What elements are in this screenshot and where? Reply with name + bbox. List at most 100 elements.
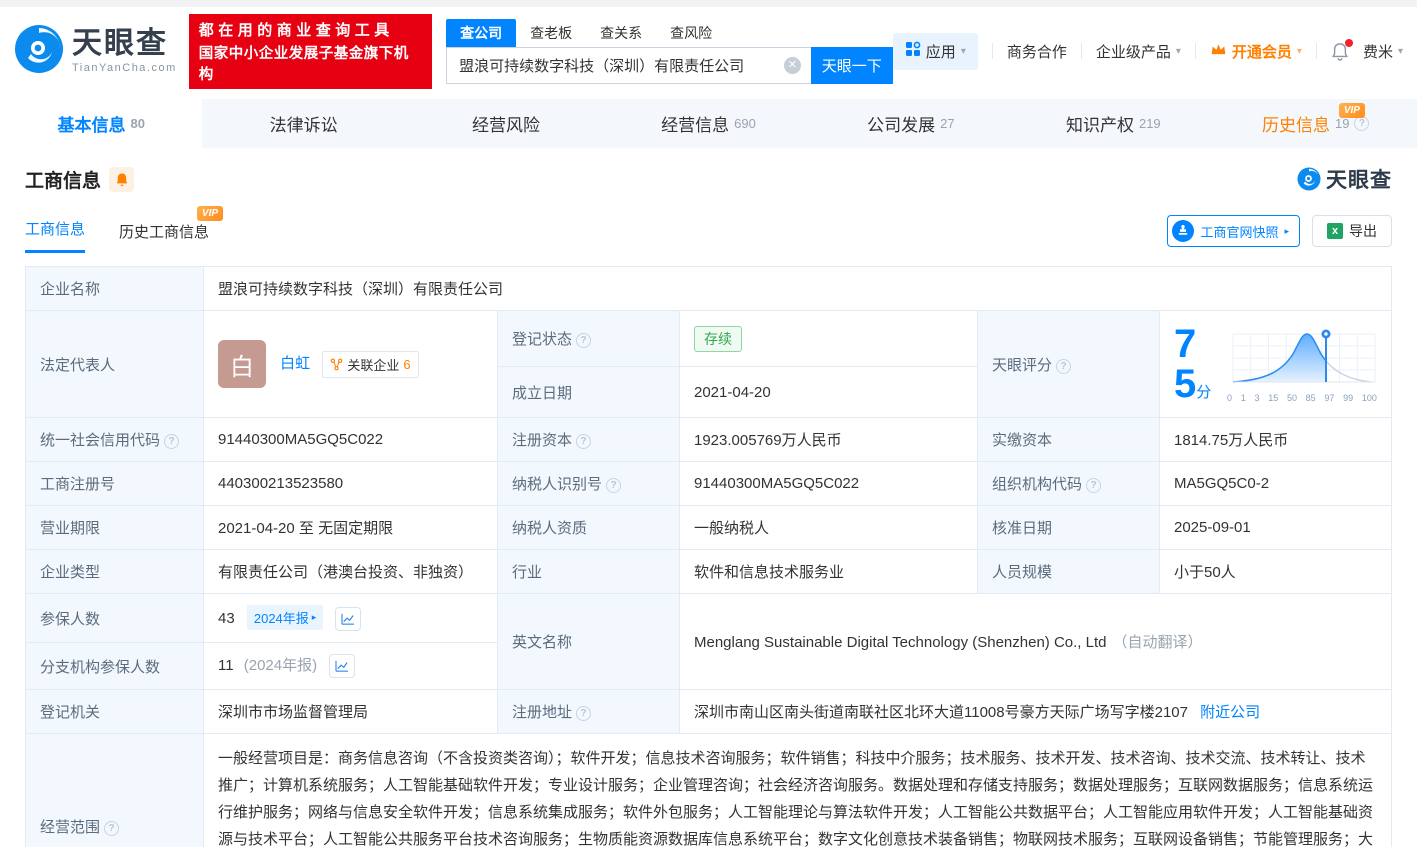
search-input[interactable]: [446, 46, 811, 84]
tab-intellectual-property[interactable]: 知识产权 219: [1012, 99, 1214, 148]
search-tab-boss[interactable]: 查老板: [516, 19, 586, 47]
crown-icon: [1210, 42, 1227, 60]
subtab-history-business-info[interactable]: VIP 历史工商信息: [119, 206, 224, 253]
slogan-banner: 都在用的商业查询工具 国家中小企业发展子基金旗下机构: [188, 13, 433, 89]
business-term-label: 营业期限: [25, 505, 204, 550]
tab-history-info[interactable]: VIP 历史信息 19 ?: [1215, 99, 1417, 148]
excel-icon: x: [1327, 223, 1343, 239]
tab-legal[interactable]: 法律诉讼: [202, 99, 404, 148]
header-nav: 应用 ▾ 商务合作 企业级产品 ▾ 开通会员 ▾ 费米 ▾: [892, 32, 1403, 70]
approval-date-label: 核准日期: [977, 505, 1160, 550]
table-row: 经营范围? 一般经营项目是：商务信息咨询（不含投资类咨询）；软件开发；信息技术咨…: [25, 733, 1392, 847]
legal-rep-label: 法定代表人: [25, 310, 204, 418]
divider: [1194, 43, 1196, 59]
address-value: 深圳市南山区南头街道南联社区北环大道11008号豪方天际广场写字楼2107 附近…: [679, 689, 1392, 735]
tab-company-development[interactable]: 公司发展 27: [810, 99, 1012, 148]
chevron-down-icon: ▾: [1296, 45, 1302, 57]
establish-date-label: 成立日期: [497, 366, 680, 418]
uscc-label: 统一社会信用代码?: [25, 417, 204, 462]
trend-chart-icon[interactable]: [329, 654, 356, 679]
vip-badge: VIP: [196, 206, 224, 221]
subtab-business-info[interactable]: 工商信息: [25, 218, 86, 253]
nearby-companies-link[interactable]: 附近公司: [1200, 704, 1260, 721]
search-tab-company[interactable]: 查公司: [446, 18, 517, 47]
taxpayer-quality-value: 一般纳税人: [679, 505, 978, 550]
tianyancha-logo[interactable]: 天眼查 TianYanCha.com: [14, 24, 177, 79]
search-button[interactable]: 天眼一下: [810, 46, 893, 84]
related-companies-badge[interactable]: 关联企业 6: [322, 350, 419, 378]
score-label: 天眼评分?: [977, 310, 1160, 418]
english-name-label: 英文名称: [497, 592, 680, 691]
tab-operation-info[interactable]: 经营信息 690: [607, 99, 809, 148]
reg-status-value: 存续: [679, 309, 978, 368]
help-icon[interactable]: ?: [1086, 478, 1102, 493]
uscc-value: 91440300MA5GQ5C022: [203, 417, 498, 462]
insured-label: 参保人数: [25, 592, 204, 644]
nav-open-vip[interactable]: 开通会员 ▾: [1210, 41, 1302, 62]
industry-label: 行业: [497, 549, 680, 594]
notification-dot: [1344, 38, 1353, 47]
search-tab-relation[interactable]: 查关系: [586, 19, 656, 47]
nav-user[interactable]: 费米 ▾: [1363, 41, 1403, 62]
stamp-icon: [1172, 220, 1195, 242]
chevron-down-icon: ▾: [960, 45, 966, 57]
apps-grid-icon: [905, 41, 921, 61]
reg-status-label: 登记状态?: [497, 309, 680, 368]
nav-apps[interactable]: 应用 ▾: [892, 32, 978, 70]
taxpayer-quality-label: 纳税人资质: [497, 505, 680, 550]
search-tabs: 查公司 查老板 查关系 查风险: [446, 18, 893, 47]
reg-number-label: 工商注册号: [25, 461, 204, 506]
divider: [1080, 43, 1082, 59]
export-button[interactable]: x 导出: [1312, 215, 1392, 247]
watermark-logo: 天眼查: [1297, 164, 1392, 194]
search-tab-risk[interactable]: 查风险: [656, 19, 726, 47]
legal-rep-name-link[interactable]: 白虹: [280, 355, 310, 372]
paid-capital-value: 1814.75万人民币: [1159, 417, 1392, 462]
score-distribution-chart: 0 1 3 15 50 85 97 99 100: [1227, 326, 1377, 403]
official-snapshot-button[interactable]: 工商官网快照 ▸: [1167, 215, 1300, 247]
avatar: 白: [218, 340, 266, 388]
tab-operation-risk[interactable]: 经营风险: [405, 99, 607, 148]
help-icon[interactable]: ?: [164, 434, 180, 449]
slogan-line1: 都在用的商业查询工具: [198, 21, 394, 39]
table-row: 法定代表人 白 白虹 关联企业 6 登记状态? 存续 天眼评分? 75分 0 1…: [25, 309, 1392, 418]
auto-translate-note: （自动翻译）: [1112, 634, 1203, 652]
nav-enterprise[interactable]: 企业级产品 ▾: [1096, 41, 1181, 62]
authority-label: 登记机关: [25, 689, 204, 735]
score-axis-ticks: 0 1 3 15 50 85 97 99 100: [1227, 392, 1377, 403]
help-icon[interactable]: ?: [576, 333, 592, 349]
authority-value: 深圳市市场监督管理局: [203, 689, 498, 735]
help-icon[interactable]: ?: [1056, 358, 1072, 374]
scope-label: 经营范围?: [25, 733, 204, 847]
annual-report-badge[interactable]: 2024年报 ▸: [246, 605, 324, 630]
business-info-table: 企业名称 盟浪可持续数字科技（深圳）有限责任公司 法定代表人 白 白虹 关联企业…: [25, 266, 1392, 847]
company-type-label: 企业类型: [25, 549, 204, 594]
help-icon[interactable]: ?: [576, 706, 592, 722]
help-icon[interactable]: ?: [1354, 116, 1370, 131]
clear-icon[interactable]: ✕: [783, 56, 801, 74]
vip-badge: VIP: [1338, 103, 1365, 118]
score-value: 75分 0 1 3 15 50 85 97 99 100: [1159, 310, 1392, 418]
status-badge: 存续: [694, 325, 742, 352]
staff-size-label: 人员规模: [977, 549, 1160, 594]
main-tabbar: 基本信息 80 法律诉讼 经营风险 经营信息 690 公司发展 27 知识产权 219 …: [0, 99, 1417, 148]
address-label: 注册地址?: [497, 689, 680, 735]
top-strip: [0, 0, 1417, 7]
search-block: 查公司 查老板 查关系 查风险 ✕ 天眼一下: [446, 18, 893, 84]
slogan-line2: 国家中小企业发展子基金旗下机构: [198, 45, 409, 83]
help-icon[interactable]: ?: [104, 820, 120, 836]
establish-date-value: 2021-04-20: [679, 366, 978, 418]
scope-value: 一般经营项目是：商务信息咨询（不含投资类咨询）；软件开发；信息技术咨询服务；软件…: [203, 733, 1392, 847]
nav-cooperation[interactable]: 商务合作: [1007, 41, 1067, 62]
reg-number-value: 440300213523580: [203, 461, 498, 506]
monitor-bell-icon[interactable]: [109, 166, 135, 192]
help-icon[interactable]: ?: [606, 478, 622, 493]
tab-basic-info[interactable]: 基本信息 80: [0, 99, 203, 148]
org-code-value: MA5GQ5C0-2: [1159, 461, 1392, 506]
branch-insured-label: 分支机构参保人数: [25, 642, 204, 691]
notification-bell[interactable]: [1331, 38, 1353, 61]
help-icon[interactable]: ?: [576, 434, 592, 449]
company-type-value: 有限责任公司（港澳台投资、非独资）: [203, 549, 498, 594]
trend-chart-icon[interactable]: [335, 607, 362, 632]
approval-date-value: 2025-09-01: [1159, 505, 1392, 550]
